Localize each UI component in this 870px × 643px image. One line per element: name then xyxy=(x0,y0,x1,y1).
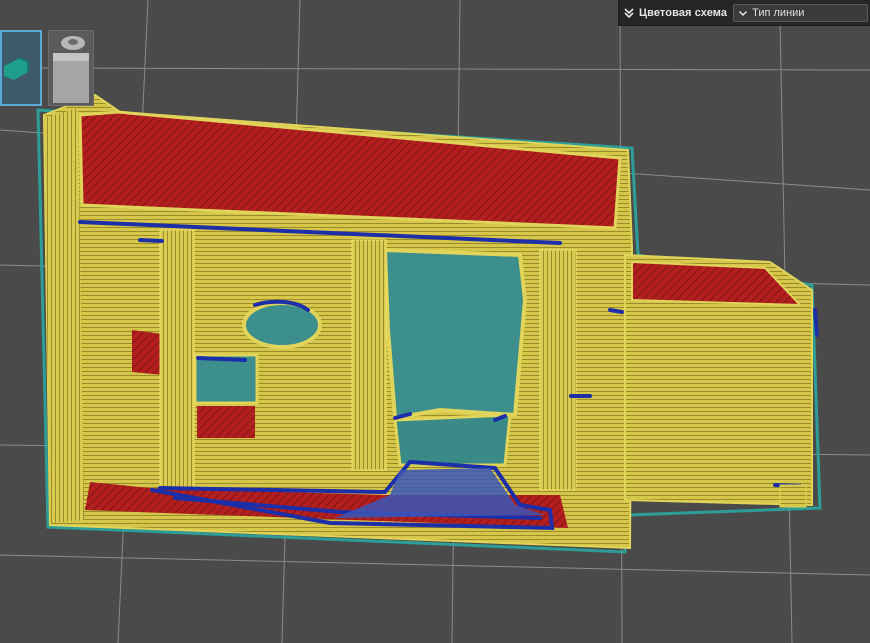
cavity-bridge xyxy=(393,413,512,467)
left-window xyxy=(193,353,259,405)
selected-scheme-value: Тип линии xyxy=(752,6,805,19)
window-infill xyxy=(197,406,255,438)
collapse-panel-button[interactable] xyxy=(619,0,639,26)
viewport-canvas[interactable] xyxy=(0,0,870,643)
pillar-1 xyxy=(159,229,195,496)
left-wall xyxy=(44,108,84,523)
teal-part-thumbnail[interactable] xyxy=(0,30,42,106)
pillar-3 xyxy=(539,249,577,491)
panel-title: Цветовая схема xyxy=(639,6,728,19)
double-chevron-down-icon xyxy=(624,7,634,18)
teal-part-icon xyxy=(4,57,29,80)
center-cavity xyxy=(382,247,528,421)
grey-part-icon xyxy=(53,36,89,103)
grey-part-thumbnail[interactable] xyxy=(48,30,94,106)
chevron-down-icon xyxy=(739,10,748,16)
pillar-2 xyxy=(351,239,387,471)
left-side-infill xyxy=(132,330,163,375)
3d-viewport[interactable] xyxy=(0,0,870,643)
color-scheme-select[interactable]: Тип линии xyxy=(733,3,868,22)
color-scheme-panel: Цветовая схема Тип линии xyxy=(618,0,870,26)
foot-block xyxy=(779,484,807,508)
